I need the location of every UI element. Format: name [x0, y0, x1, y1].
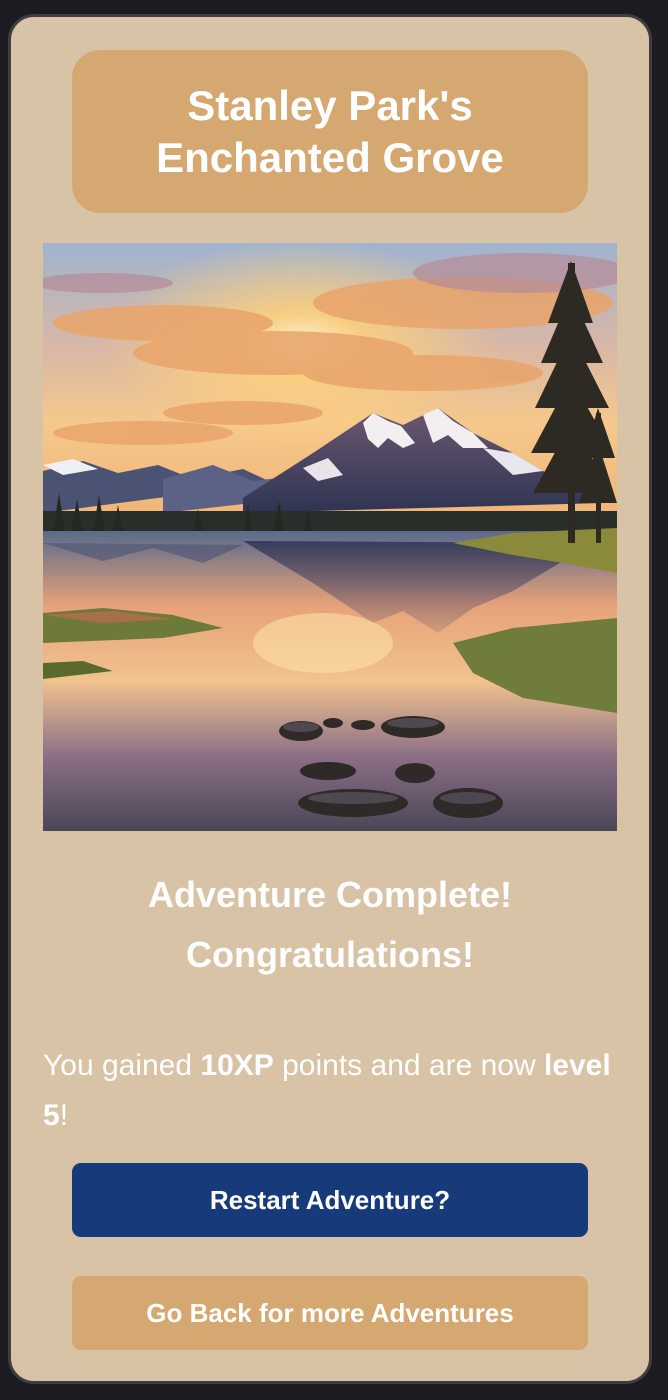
restart-adventure-button[interactable]: Restart Adventure? [72, 1163, 588, 1237]
adventure-card: Stanley Park's Enchanted Grove Adventure… [8, 14, 652, 1384]
title-banner: Stanley Park's Enchanted Grove [72, 50, 588, 213]
title-line-1: Stanley Park's [187, 81, 473, 129]
xp-summary-middle: points and are now [273, 1049, 544, 1082]
page-title: Stanley Park's Enchanted Grove [156, 80, 504, 184]
title-line-2: Enchanted Grove [156, 133, 504, 181]
go-back-button[interactable]: Go Back for more Adventures [72, 1276, 588, 1350]
xp-summary-suffix: ! [59, 1099, 69, 1132]
completion-heading: Adventure Complete! Congratulations! [11, 865, 649, 985]
completion-heading-line-2: Congratulations! [186, 934, 474, 975]
xp-summary-prefix: You gained [43, 1049, 201, 1082]
completion-heading-line-1: Adventure Complete! [147, 874, 513, 915]
xp-summary-text: You gained 10XP points and are now level… [43, 1041, 623, 1141]
xp-amount: 10XP [200, 1049, 274, 1082]
mountain-lake-scene-image [43, 243, 617, 831]
